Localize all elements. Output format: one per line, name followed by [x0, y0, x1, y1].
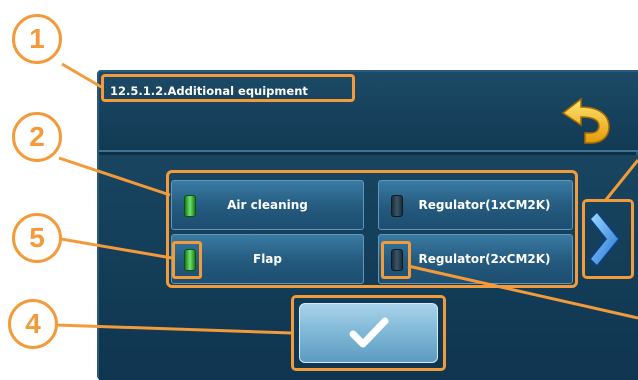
callout-leader-lines: [55, 62, 638, 335]
callout-marker: 5: [12, 213, 62, 263]
callout-marker: 4: [8, 299, 58, 349]
callout-marker: 1: [12, 14, 62, 64]
callout-marker: 2: [12, 112, 62, 162]
